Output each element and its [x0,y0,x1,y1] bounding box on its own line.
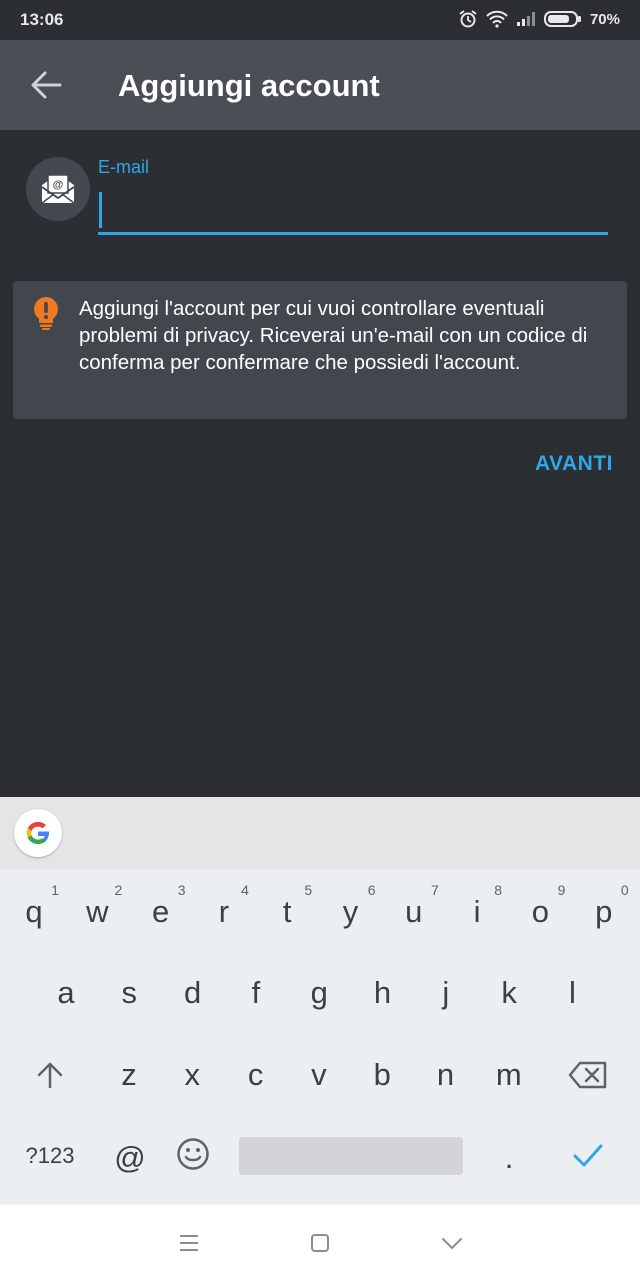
key-r-number-hint: 4 [241,882,249,898]
symbols-key[interactable]: ?123 [14,1121,86,1191]
emoji-smiley-icon [177,1138,209,1170]
email-avatar: @ [26,157,90,221]
key-o[interactable]: o9 [509,877,571,947]
menu-icon[interactable] [176,1230,202,1256]
wifi-icon [486,10,508,28]
key-b[interactable]: b [351,1040,413,1110]
key-r-label: r [218,894,230,929]
key-z[interactable]: z [98,1040,160,1110]
svg-text:@: @ [53,179,64,191]
system-navigation-bar [0,1205,640,1280]
backspace-icon [568,1061,607,1089]
key-s[interactable]: s [98,958,160,1028]
at-key[interactable]: @ [99,1123,161,1193]
key-o-number-hint: 9 [557,882,566,898]
key-i-number-hint: 8 [494,882,503,898]
key-y-number-hint: 6 [367,882,376,898]
key-r[interactable]: r4 [193,877,255,947]
done-key[interactable] [557,1121,619,1191]
key-n[interactable]: n [415,1040,477,1110]
key-w-number-hint: 2 [114,882,123,898]
key-u-label: u [405,894,423,929]
key-a[interactable]: a [35,958,97,1028]
key-w[interactable]: w2 [66,877,128,947]
next-button[interactable]: AVANTI [535,452,613,476]
key-f[interactable]: f [225,958,287,1028]
signal-icon [516,12,535,26]
page-title: Aggiungi account [118,68,380,103]
key-t-number-hint: 5 [304,882,313,898]
back-chevron-icon[interactable] [439,1230,465,1256]
key-q-number-hint: 1 [51,882,59,898]
period-key[interactable]: . [478,1123,540,1193]
key-x[interactable]: x [161,1040,223,1110]
key-l[interactable]: l [541,958,603,1028]
checkmark-icon [573,1144,603,1167]
key-p-label: p [595,894,613,929]
key-t-label: t [282,894,292,929]
status-bar: 13:06 70% [0,0,640,40]
email-envelope-icon: @ [41,174,75,204]
keyboard-suggestion-bar [0,797,640,869]
key-u[interactable]: u7 [383,877,445,947]
key-m[interactable]: m [478,1040,540,1110]
google-search-button[interactable] [14,809,62,857]
key-i-label: i [473,894,481,929]
key-y[interactable]: y6 [320,877,382,947]
key-u-number-hint: 7 [431,882,439,898]
space-bar[interactable] [239,1137,463,1175]
text-cursor [99,192,102,228]
alarm-icon [459,10,477,28]
key-c[interactable]: c [225,1040,287,1110]
home-icon[interactable] [307,1230,333,1256]
key-h[interactable]: h [352,958,414,1028]
key-e[interactable]: e3 [130,877,192,947]
email-input[interactable] [98,184,608,235]
google-g-icon [27,822,50,844]
privacy-info-card: Aggiungi l'account per cui vuoi controll… [13,281,627,419]
status-time: 13:06 [20,10,64,29]
key-d[interactable]: d [162,958,224,1028]
key-q-label: q [25,894,43,929]
key-p-number-hint: 0 [620,882,629,898]
key-i[interactable]: i8 [446,877,508,947]
emoji-key[interactable] [162,1121,224,1191]
app-bar: Aggiungi account [0,40,640,130]
privacy-info-text: Aggiungi l'account per cui vuoi controll… [79,297,588,374]
key-e-number-hint: 3 [177,882,186,898]
status-icons: 70% [458,9,620,29]
key-o-label: o [531,894,550,929]
key-g[interactable]: g [288,958,350,1028]
key-t[interactable]: t5 [256,877,318,947]
back-arrow-icon[interactable] [28,68,64,102]
key-e-label: e [151,894,170,929]
key-k[interactable]: k [478,958,540,1028]
backspace-key[interactable] [557,1040,619,1110]
battery-icon [543,11,581,27]
key-w-label: w [86,894,109,929]
email-field-label: E-mail [98,157,150,177]
shift-arrow-icon [37,1062,63,1089]
key-j[interactable]: j [415,958,477,1028]
key-p[interactable]: p0 [573,877,635,947]
key-y-label: y [342,894,359,929]
battery-percentage: 70% [589,10,620,28]
keyboard: q1w2e3r4t5y6u7i8o9p0 asdfghjkl zxcvbnm ?… [0,797,640,1205]
key-v[interactable]: v [288,1040,350,1110]
key-q[interactable]: q1 [3,877,65,947]
shift-key[interactable] [19,1040,81,1110]
alert-lightbulb-icon [34,297,58,330]
